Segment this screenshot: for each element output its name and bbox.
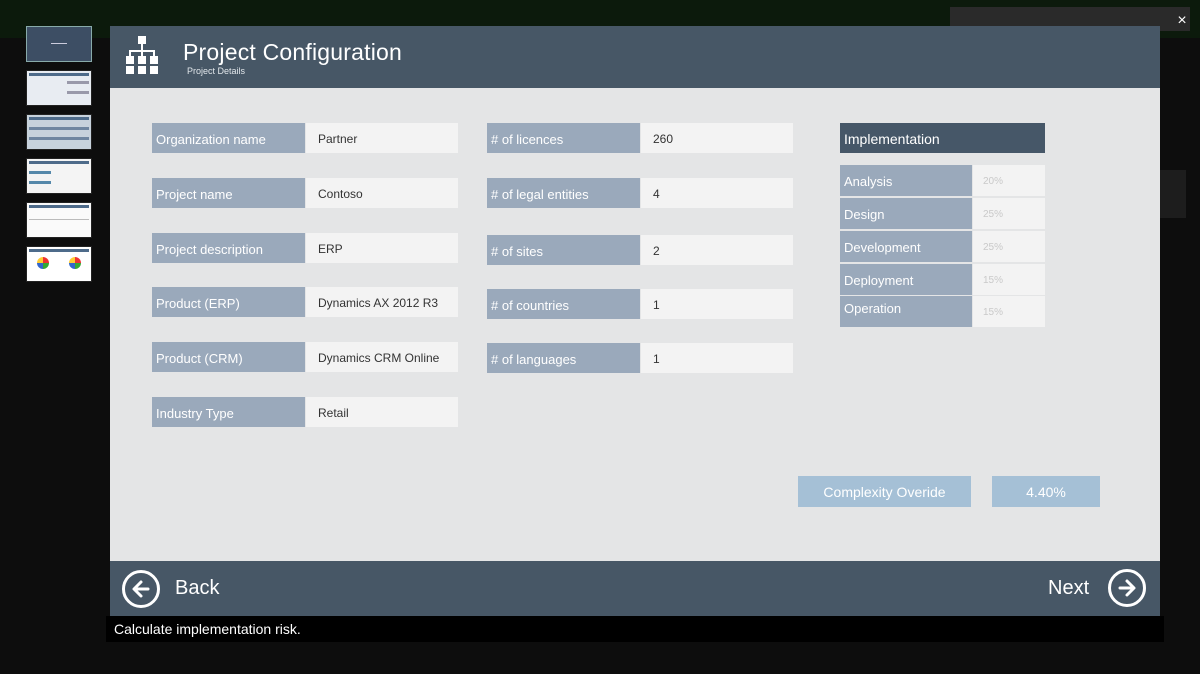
organization-name-label: Organization name: [152, 123, 305, 153]
impl-development-field[interactable]: 25%: [973, 231, 1045, 262]
impl-operation-label: Operation: [840, 296, 972, 327]
impl-analysis-label: Analysis: [840, 165, 972, 196]
industry-type-label: Industry Type: [152, 397, 305, 427]
next-label[interactable]: Next: [1048, 577, 1089, 600]
impl-deployment-label: Deployment: [840, 264, 972, 295]
sites-field[interactable]: 2: [641, 235, 793, 265]
back-label[interactable]: Back: [175, 577, 219, 600]
organization-name-field[interactable]: Partner: [306, 123, 458, 153]
background-button-fragment: [1160, 170, 1186, 218]
status-caption: Calculate implementation risk.: [106, 616, 1164, 642]
thumbnail-4[interactable]: [26, 158, 92, 194]
thumbnail-6[interactable]: [26, 246, 92, 282]
hierarchy-icon: [126, 36, 158, 74]
impl-design-label: Design: [840, 198, 972, 229]
legal-entities-label: # of legal entities: [487, 178, 640, 208]
arrow-right-icon: [1118, 579, 1136, 597]
product-crm-field[interactable]: Dynamics CRM Online: [306, 342, 458, 372]
project-name-label: Project name: [152, 178, 305, 208]
implementation-header: Implementation: [840, 123, 1045, 153]
project-description-label: Project description: [152, 233, 305, 263]
product-crm-label: Product (CRM): [152, 342, 305, 372]
project-description-field[interactable]: ERP: [306, 233, 458, 263]
countries-field[interactable]: 1: [641, 289, 793, 319]
licences-field[interactable]: 260: [641, 123, 793, 153]
industry-type-field[interactable]: Retail: [306, 397, 458, 427]
dialog-header: Project Configuration Project Details: [110, 26, 1160, 88]
sites-label: # of sites: [487, 235, 640, 265]
dialog-title: Project Configuration: [183, 39, 402, 65]
dialog-footer: Back Next: [110, 561, 1160, 616]
impl-deployment-field[interactable]: 15%: [973, 264, 1045, 295]
legal-entities-field[interactable]: 4: [641, 178, 793, 208]
thumbnail-5[interactable]: [26, 202, 92, 238]
complexity-override-button[interactable]: Complexity Overide: [798, 476, 971, 507]
dialog-subtitle: Project Details: [187, 66, 246, 76]
thumbnail-3[interactable]: [26, 114, 92, 150]
languages-label: # of languages: [487, 343, 640, 373]
back-button[interactable]: [122, 570, 160, 608]
thumbnail-2[interactable]: [26, 70, 92, 106]
project-configuration-dialog: Project Configuration Project Details Or…: [110, 26, 1160, 616]
thumbnail-1[interactable]: [26, 26, 92, 62]
dialog-body: Organization name Partner Project name C…: [110, 88, 1160, 561]
impl-development-label: Development: [840, 231, 972, 262]
close-icon[interactable]: ×: [1172, 12, 1192, 32]
arrow-left-icon: [132, 580, 150, 598]
screenshot-thumbnails: [26, 26, 92, 290]
next-button[interactable]: [1108, 569, 1146, 607]
impl-analysis-field[interactable]: 20%: [973, 165, 1045, 196]
impl-operation-field[interactable]: 15%: [973, 296, 1045, 327]
licences-label: # of licences: [487, 123, 640, 153]
languages-field[interactable]: 1: [641, 343, 793, 373]
project-name-field[interactable]: Contoso: [306, 178, 458, 208]
product-erp-field[interactable]: Dynamics AX 2012 R3: [306, 287, 458, 317]
product-erp-label: Product (ERP): [152, 287, 305, 317]
countries-label: # of countries: [487, 289, 640, 319]
complexity-value[interactable]: 4.40%: [992, 476, 1100, 507]
impl-design-field[interactable]: 25%: [973, 198, 1045, 229]
